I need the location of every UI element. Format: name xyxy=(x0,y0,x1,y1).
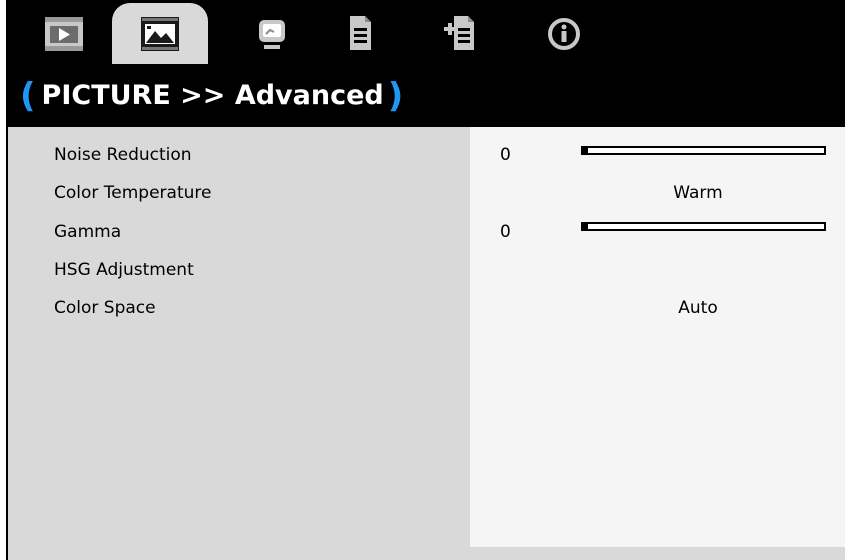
gamma-slider-fill xyxy=(583,224,588,229)
menu-item-noise-reduction[interactable]: Noise Reduction xyxy=(54,145,192,165)
gamma-slider[interactable] xyxy=(581,222,826,231)
tab-options[interactable] xyxy=(312,3,408,64)
picture-icon xyxy=(141,16,179,51)
noise-reduction-slider-fill xyxy=(583,148,588,153)
menu-item-hsg-adjustment[interactable]: HSG Adjustment xyxy=(54,260,194,280)
color-temperature-value[interactable]: Warm xyxy=(638,183,758,203)
color-space-value[interactable]: Auto xyxy=(638,298,758,318)
noise-reduction-value: 0 xyxy=(500,145,511,165)
document-plus-icon xyxy=(444,15,474,50)
tab-info[interactable] xyxy=(516,3,612,64)
menu-item-gamma[interactable]: Gamma xyxy=(54,222,121,242)
title-open-paren: ( xyxy=(20,75,36,116)
tab-setup[interactable] xyxy=(224,3,320,64)
title-bar: ( PICTURE >> Advanced ) xyxy=(8,64,845,127)
menu-item-color-temperature[interactable]: Color Temperature xyxy=(54,183,211,203)
tab-options2[interactable] xyxy=(412,3,508,64)
info-icon xyxy=(548,17,580,50)
gamma-value: 0 xyxy=(500,222,511,242)
tab-display[interactable] xyxy=(16,3,112,64)
tab-picture[interactable] xyxy=(112,3,208,64)
play-screen-icon xyxy=(45,16,83,51)
osd-menu: ( PICTURE >> Advanced ) Noise Reduction … xyxy=(6,0,845,560)
tab-bar xyxy=(8,0,845,64)
title-text: PICTURE >> Advanced xyxy=(41,80,384,111)
menu-item-color-space[interactable]: Color Space xyxy=(54,298,156,318)
noise-reduction-slider[interactable] xyxy=(581,146,826,155)
title-close-paren: ) xyxy=(387,75,404,116)
page-title: ( PICTURE >> Advanced ) xyxy=(20,79,403,113)
document-icon xyxy=(350,15,371,50)
monitor-icon xyxy=(259,19,285,49)
